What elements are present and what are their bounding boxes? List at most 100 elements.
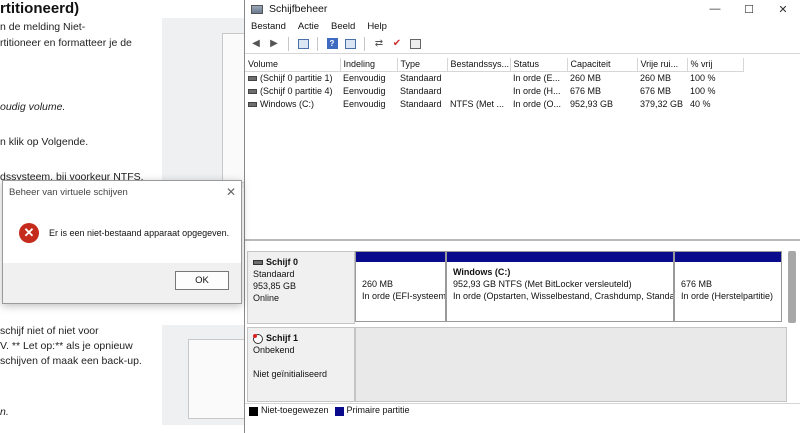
properties-icon[interactable]: [343, 37, 357, 51]
article-text: rtitioneer en formatteer je de: [0, 37, 132, 49]
disk-icon: [253, 260, 263, 266]
disk-name: Schijf 1: [266, 333, 299, 343]
dialog-footer: OK: [3, 263, 241, 303]
table-cell: Eenvoudig: [343, 72, 386, 83]
table-cell: Standaard: [400, 72, 442, 83]
volume-list: Volume Indeling Type Bestandssys... Stat…: [245, 58, 800, 241]
volume-icon: [248, 88, 257, 94]
article-text: schijf niet of niet voor: [0, 325, 99, 337]
disk-row-0: Schijf 0 Standaard 953,85 GB Online 260 …: [245, 251, 787, 324]
disk-graphical-view: Schijf 0 Standaard 953,85 GB Online 260 …: [245, 243, 800, 403]
table-row[interactable]: (Schijf 0 partitie 1) Eenvoudig Standaar…: [245, 71, 743, 84]
menu-help[interactable]: Help: [367, 21, 387, 32]
legend: Niet-toegewezen Primaire partitie: [245, 403, 800, 417]
disk-type: Onbekend: [253, 345, 295, 355]
table-row[interactable]: (Schijf 0 partitie 4) Eenvoudig Standaar…: [245, 84, 743, 97]
article-screenshot: [162, 18, 245, 188]
partition-name: Windows (C:): [453, 267, 511, 277]
ok-button[interactable]: OK: [175, 271, 229, 290]
table-cell: 100 %: [690, 72, 716, 83]
minimize-button[interactable]: —: [698, 3, 732, 15]
partition-windows-c[interactable]: Windows (C:) 952,93 GB NTFS (Met BitLock…: [446, 251, 674, 322]
toolbar: ◀ ▶ ? ⇄ ✔: [245, 34, 800, 54]
column-bestandssysteem[interactable]: Bestandssys...: [447, 58, 511, 72]
column-type[interactable]: Type: [397, 58, 448, 72]
disk-size: 953,85 GB: [253, 281, 297, 291]
legend-label: Primaire partitie: [346, 405, 410, 416]
legend-swatch-unallocated: [249, 406, 258, 416]
article-screenshot-window: [188, 339, 245, 419]
menu-bestand[interactable]: Bestand: [251, 21, 286, 32]
menu-actie[interactable]: Actie: [298, 21, 319, 32]
dialog-message: Er is een niet-bestaand apparaat opgegev…: [49, 228, 230, 238]
dialog-close-button[interactable]: ✕: [221, 185, 241, 199]
toolbar-separator: [364, 36, 365, 51]
disk-management-window: Schijfbeheer — ☐ ✕ Bestand Actie Beeld H…: [244, 0, 800, 433]
legend-swatch-primary: [334, 406, 344, 416]
partition-name: [362, 266, 439, 278]
maximize-button[interactable]: ☐: [732, 3, 766, 16]
partition-name: [681, 266, 775, 278]
menu-beeld[interactable]: Beeld: [331, 21, 355, 32]
connect-icon[interactable]: ⇄: [372, 37, 386, 51]
partition-size: 676 MB: [681, 279, 713, 289]
partition-bar: [356, 252, 445, 262]
table-cell: 676 MB: [640, 85, 672, 96]
checklist-icon[interactable]: ✔: [390, 37, 404, 51]
back-arrow-icon[interactable]: ◀: [249, 37, 263, 51]
volume-name-cell: Windows (C:): [245, 97, 340, 110]
volume-name-cell: (Schijf 0 partitie 4): [245, 84, 340, 97]
table-cell: In orde (E...: [513, 72, 561, 83]
disk-name: Schijf 0: [266, 257, 299, 267]
console-tree-icon[interactable]: [296, 37, 310, 51]
table-cell: Standaard: [400, 98, 442, 109]
article-text: schijven of maak een back-up.: [0, 355, 142, 367]
table-header: Volume Indeling Type Bestandssys... Stat…: [245, 58, 744, 72]
legend-label: Niet-toegewezen: [261, 405, 329, 416]
partition-efi[interactable]: 260 MB In orde (EFI-systeem: [355, 251, 446, 322]
table-row[interactable]: Windows (C:) Eenvoudig Standaard NTFS (M…: [245, 97, 743, 110]
dialog-title: Beheer van virtuele schijven: [9, 186, 128, 198]
column-vrije-ruimte[interactable]: Vrije rui...: [637, 58, 688, 72]
error-dialog: Beheer van virtuele schijven ✕ ✕ Er is e…: [2, 180, 242, 304]
article-screenshot: [162, 325, 245, 425]
table-cell: 260 MB: [640, 72, 672, 83]
table-cell: NTFS (Met ...: [450, 98, 504, 109]
disk-label-0[interactable]: Schijf 0 Standaard 953,85 GB Online: [247, 251, 355, 324]
disk-error-icon: [253, 334, 263, 345]
forward-arrow-icon[interactable]: ▶: [267, 37, 281, 51]
article-screenshot-window: [222, 33, 245, 183]
table-cell: [447, 84, 510, 97]
close-button[interactable]: ✕: [766, 3, 800, 16]
table-cell: 952,93 GB: [570, 98, 614, 109]
table-cell: In orde (H...: [513, 85, 561, 96]
volume-name: (Schijf 0 partitie 4): [260, 85, 333, 96]
volume-table: Volume Indeling Type Bestandssys... Stat…: [245, 58, 744, 110]
view-icon[interactable]: [408, 37, 422, 51]
partition-recovery[interactable]: 676 MB In orde (Herstelpartitie): [674, 251, 782, 322]
column-indeling[interactable]: Indeling: [340, 58, 398, 72]
column-capaciteit[interactable]: Capaciteit: [567, 58, 638, 72]
disk-label-1[interactable]: Schijf 1 Onbekend Niet geïnitialiseerd: [247, 327, 355, 402]
table-cell: Eenvoudig: [343, 85, 386, 96]
table-cell: 40 %: [690, 98, 711, 109]
table-cell: Eenvoudig: [343, 98, 386, 109]
disk-view-scrollbar[interactable]: [788, 251, 796, 323]
table-cell: Standaard: [400, 85, 442, 96]
article-text: n klik op Volgende.: [0, 136, 89, 148]
volume-name-cell: (Schijf 0 partitie 1): [245, 71, 340, 84]
column-procent-vrij[interactable]: % vrij: [687, 58, 744, 72]
partition-status: In orde (Herstelpartitie): [681, 291, 774, 301]
dialog-title-bar: Beheer van virtuele schijven ✕: [3, 181, 241, 203]
legend-item: Primaire partitie: [334, 405, 410, 416]
screen: rtitioneerd) n de melding Niet- rtitione…: [0, 0, 800, 433]
column-volume[interactable]: Volume: [245, 58, 341, 72]
volume-icon: [248, 101, 257, 107]
disk-1-unknown-area[interactable]: [355, 327, 787, 402]
partition-size: 952,93 GB NTFS (Met BitLocker versleutel…: [453, 279, 632, 289]
table-cell: 260 MB: [570, 72, 602, 83]
window-title: Schijfbeheer: [269, 3, 328, 15]
table-cell: 379,32 GB: [640, 98, 684, 109]
help-icon[interactable]: ?: [325, 37, 339, 51]
column-status[interactable]: Status: [510, 58, 568, 72]
